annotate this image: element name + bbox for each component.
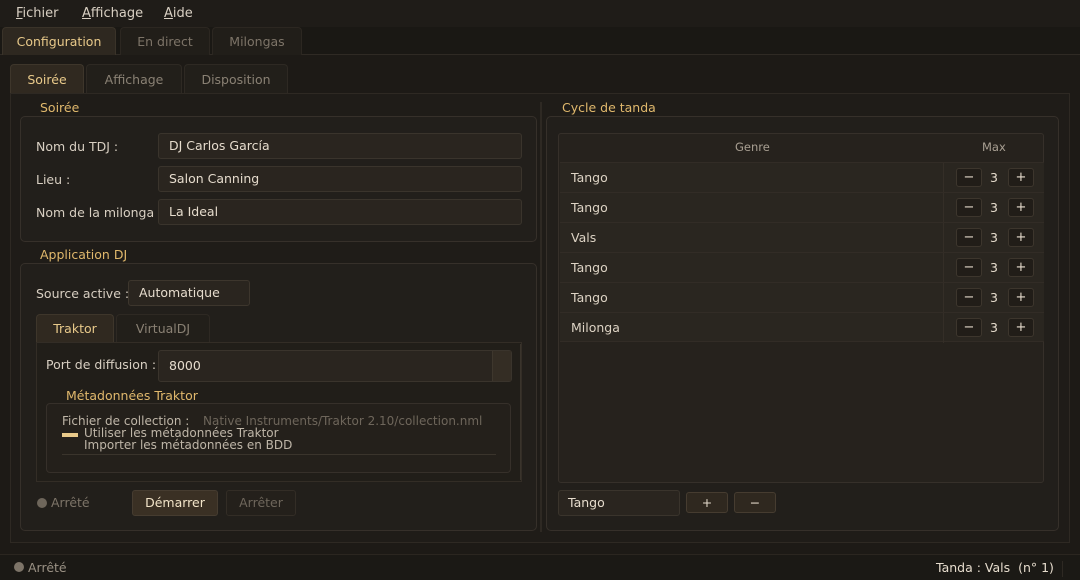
subtab-affichage[interactable]: Affichage: [86, 64, 182, 94]
milonga-name-input[interactable]: La Ideal: [158, 199, 522, 225]
column-separator: [943, 223, 944, 253]
table-row[interactable]: Tango − 3 +: [560, 282, 1044, 313]
soiree-group-title: Soirée: [36, 100, 84, 115]
row-max: 3: [990, 200, 998, 215]
import-metadata-label: Importer les métadonnées en BDD: [84, 438, 293, 452]
increment-button[interactable]: +: [1008, 168, 1034, 187]
venue-input[interactable]: Salon Canning: [158, 166, 522, 192]
menu-fichier-label: ichier: [22, 6, 59, 21]
row-max: 3: [990, 170, 998, 185]
port-input[interactable]: 8000: [158, 350, 512, 382]
decrement-button[interactable]: −: [956, 258, 982, 277]
increment-button[interactable]: +: [1008, 198, 1034, 217]
menu-aide-label: ide: [172, 6, 193, 21]
row-max: 3: [990, 260, 998, 275]
port-spinner[interactable]: [492, 351, 511, 381]
decrement-button[interactable]: −: [956, 228, 982, 247]
column-separator: [943, 313, 944, 343]
decrement-button[interactable]: −: [956, 288, 982, 307]
increment-button[interactable]: +: [1008, 228, 1034, 247]
status-bar: Arrêté Tanda : Vals (n° 1): [0, 554, 1080, 580]
traktor-metadata-title: Métadonnées Traktor: [62, 388, 202, 403]
menu-aide-mnemonic: A: [164, 6, 173, 21]
row-max: 3: [990, 320, 998, 335]
menu-affichage-mnemonic: A: [82, 6, 91, 21]
table-row[interactable]: Tango − 3 +: [560, 192, 1044, 223]
increment-button[interactable]: +: [1008, 288, 1034, 307]
server-status-text: Arrêté: [51, 495, 90, 510]
subtab-disposition[interactable]: Disposition: [184, 64, 288, 94]
server-status-dot: [37, 498, 47, 508]
table-row[interactable]: Tango − 3 +: [560, 162, 1044, 193]
stop-button[interactable]: Arrêter: [226, 490, 296, 516]
table-row[interactable]: Tango − 3 +: [560, 252, 1044, 283]
decrement-button[interactable]: −: [956, 318, 982, 337]
table-row[interactable]: Milonga − 3 +: [560, 312, 1044, 343]
column-separator: [943, 253, 944, 283]
row-genre: Tango: [571, 260, 608, 275]
status-bar-dot: [14, 562, 24, 572]
increment-button[interactable]: +: [1008, 318, 1034, 337]
tab-configuration[interactable]: Configuration: [2, 27, 116, 55]
row-max: 3: [990, 290, 998, 305]
tab-traktor[interactable]: Traktor: [36, 314, 114, 342]
traktor-metadata-group: Fichier de collection : Native Instrumen…: [46, 403, 511, 473]
resize-grip[interactable]: [1062, 561, 1078, 577]
traktor-panel-scrollbar[interactable]: [520, 344, 521, 480]
column-header-genre[interactable]: Genre: [735, 140, 770, 154]
subtab-soiree[interactable]: Soirée: [10, 64, 84, 94]
decrement-button[interactable]: −: [956, 198, 982, 217]
tab-milongas[interactable]: Milongas: [212, 27, 302, 55]
menu-affichage[interactable]: Affichage: [82, 6, 143, 21]
menu-bar: Fichier Affichage Aide: [0, 0, 1080, 27]
column-splitter[interactable]: [540, 102, 542, 532]
source-label: Source active :: [36, 286, 130, 301]
main-tab-bar: Configuration En direct Milongas: [0, 27, 1080, 55]
menu-aide[interactable]: Aide: [164, 6, 193, 21]
column-separator: [943, 283, 944, 313]
row-genre: Tango: [571, 290, 608, 305]
table-row[interactable]: Vals − 3 +: [560, 222, 1044, 253]
add-genre-button[interactable]: +: [686, 492, 728, 513]
venue-label: Lieu :: [36, 172, 71, 187]
status-bar-text: Arrêté: [28, 560, 67, 575]
column-header-max[interactable]: Max: [982, 140, 1006, 154]
remove-genre-button[interactable]: −: [734, 492, 776, 513]
menu-affichage-label: ffichage: [90, 6, 144, 21]
column-separator: [943, 163, 944, 193]
tanda-table: Genre Max Tango − 3 + Tango − 3 + Vals −…: [558, 133, 1044, 483]
row-genre: Milonga: [571, 320, 620, 335]
tab-virtualdj[interactable]: VirtualDJ: [116, 314, 210, 342]
tanda-cycle-title: Cycle de tanda: [558, 100, 660, 115]
decrement-button[interactable]: −: [956, 168, 982, 187]
new-genre-select[interactable]: Tango: [558, 490, 680, 516]
current-tanda-text: Tanda : Vals (n° 1): [936, 560, 1054, 575]
dj-app-group-title: Application DJ: [36, 247, 132, 262]
row-genre: Tango: [571, 200, 608, 215]
milonga-name-label: Nom de la milonga :: [36, 205, 163, 220]
sub-tab-bar: Soirée Affichage Disposition: [10, 64, 1070, 94]
tdj-name-label: Nom du TDJ :: [36, 139, 119, 154]
tab-en-direct[interactable]: En direct: [120, 27, 210, 55]
start-button[interactable]: Démarrer: [132, 490, 218, 516]
increment-button[interactable]: +: [1008, 258, 1034, 277]
tdj-name-input[interactable]: DJ Carlos García: [158, 133, 522, 159]
use-metadata-checkbox[interactable]: [62, 433, 78, 437]
port-label: Port de diffusion :: [46, 357, 157, 372]
row-max: 3: [990, 230, 998, 245]
metadata-divider: [62, 454, 496, 455]
row-genre: Tango: [571, 170, 608, 185]
source-select[interactable]: Automatique: [128, 280, 250, 306]
column-separator: [943, 193, 944, 223]
row-genre: Vals: [571, 230, 597, 245]
menu-fichier[interactable]: Fichier: [16, 6, 59, 21]
